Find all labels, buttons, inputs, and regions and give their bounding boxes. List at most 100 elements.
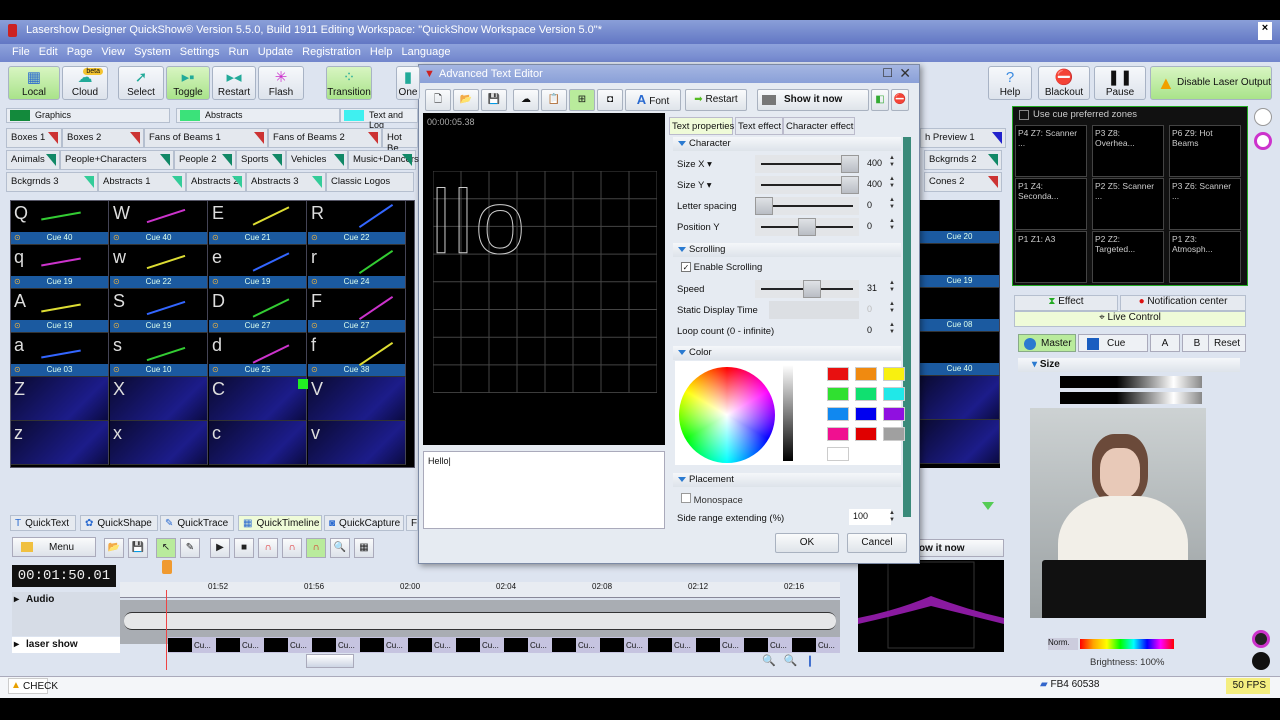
open-button[interactable]: 📂: [453, 89, 479, 111]
cue-cell[interactable]: Cue 40: [920, 332, 1000, 376]
flash-button[interactable]: ✳ Flash: [258, 66, 304, 100]
color-tool-button[interactable]: ◧: [871, 89, 889, 111]
disable-laser-output-button[interactable]: ▲ Disable Laser Output: [1150, 66, 1272, 100]
cue-cell-C[interactable]: C: [209, 377, 307, 421]
new-button[interactable]: 🗋: [425, 89, 451, 111]
tab-f[interactable]: F: [406, 515, 418, 531]
color-wheel[interactable]: [679, 367, 775, 463]
letter-spacing-slider[interactable]: [755, 197, 859, 215]
magnet-small-button[interactable]: ∩: [282, 538, 302, 558]
record-button[interactable]: [1252, 630, 1270, 648]
category-text-and-log[interactable]: Text and Log: [340, 108, 418, 130]
cue-cell-s[interactable]: s ⊙ Cue 10: [110, 333, 208, 377]
cue-cell-z[interactable]: z: [11, 421, 109, 465]
size-y-slider[interactable]: [755, 176, 859, 194]
enable-scrolling-row[interactable]: ✓ Enable Scrolling: [681, 262, 762, 273]
zone-cell[interactable]: P3 Z8: Overhea...: [1092, 125, 1164, 177]
slider-thumb[interactable]: [798, 218, 816, 236]
color-swatch[interactable]: [827, 387, 849, 401]
timeline-clip[interactable]: Cu...: [552, 637, 598, 653]
zone-cell[interactable]: P4 Z7: Scanner ...: [1015, 125, 1087, 177]
cue-cell[interactable]: [920, 420, 1000, 464]
color-swatch[interactable]: [827, 447, 849, 461]
grid-button[interactable]: ⊞: [569, 89, 595, 111]
cue-cell-W[interactable]: W ⊙ Cue 40: [110, 201, 208, 245]
page-tab[interactable]: Bckgrnds 3: [6, 172, 98, 192]
page-tab[interactable]: People+Characters: [60, 150, 174, 170]
show-it-now-button[interactable]: Show it now: [757, 89, 869, 111]
master-tab[interactable]: Master: [1018, 334, 1076, 352]
tab-quicktimeline[interactable]: ▦ QuickTimeline: [238, 515, 322, 531]
zone-cell[interactable]: P1 Z3: Atmosph...: [1169, 231, 1241, 283]
cancel-button[interactable]: Cancel: [847, 533, 907, 553]
page-tab[interactable]: Abstracts 1: [98, 172, 186, 192]
color-swatch[interactable]: [883, 407, 905, 421]
magnet-button[interactable]: ∩: [258, 538, 278, 558]
timeline-clip[interactable]: Cu...: [600, 637, 646, 653]
slider-thumb[interactable]: [841, 155, 859, 173]
playhead-handle[interactable]: [162, 560, 172, 574]
cue-cell-E[interactable]: E ⊙ Cue 21: [209, 201, 307, 245]
cue-cell-e[interactable]: e ⊙ Cue 19: [209, 245, 307, 289]
page-tab[interactable]: Fans of Beams 2: [268, 128, 382, 148]
color-swatch[interactable]: [827, 427, 849, 441]
folder-button[interactable]: 📂: [104, 538, 124, 558]
local-button[interactable]: ▦ Local: [8, 66, 60, 100]
close-window-icon[interactable]: ×: [1258, 22, 1272, 40]
transition-button[interactable]: ⁘ Transition: [326, 66, 372, 100]
page-tab[interactable]: Hot Be: [382, 128, 418, 154]
speed-slider[interactable]: [755, 280, 859, 298]
page-tab[interactable]: Cones 2: [924, 172, 1002, 192]
cue-cell-c[interactable]: c: [209, 421, 307, 465]
category-abstracts[interactable]: Abstracts: [176, 108, 340, 123]
zone-cell[interactable]: P6 Z9: Hot Beams: [1169, 125, 1241, 177]
timeline-clip[interactable]: Cu...: [264, 637, 310, 653]
cue-cell-f[interactable]: f ⊙ Cue 38: [308, 333, 406, 377]
size-slider-a[interactable]: [1060, 376, 1202, 388]
cloud-button[interactable]: ☁ Cloud beta: [62, 66, 108, 100]
spinner[interactable]: ▲ ▼: [889, 197, 897, 211]
page-tab[interactable]: Vehicles: [286, 150, 348, 170]
cue-cell[interactable]: Cue 19: [920, 244, 1000, 288]
menu-view[interactable]: View: [101, 46, 125, 60]
stop-output-button[interactable]: [1252, 652, 1270, 670]
slider-thumb[interactable]: [841, 176, 859, 194]
one-button[interactable]: ▮ One: [396, 66, 420, 100]
zoom-controls[interactable]: 🔍🔍❙: [762, 654, 852, 670]
menu-registration[interactable]: Registration: [302, 46, 361, 60]
scrolling-section-header[interactable]: Scrolling: [673, 243, 901, 257]
timeline-clip[interactable]: Cu...: [648, 637, 694, 653]
timeline-clip[interactable]: Cu...: [312, 637, 358, 653]
spinner[interactable]: ▲ ▼: [889, 218, 897, 232]
spinner[interactable]: ▲ ▼: [889, 155, 897, 169]
tab-text-properties[interactable]: Text properties: [669, 117, 734, 135]
a-tab[interactable]: A: [1150, 334, 1180, 352]
blackout-button[interactable]: ⛔ Blackout: [1038, 66, 1090, 100]
static-spinner[interactable]: ▲ ▼: [889, 301, 897, 315]
color-swatch[interactable]: [855, 367, 877, 381]
speed-spinner[interactable]: ▲ ▼: [889, 280, 897, 294]
paste-button[interactable]: 📋: [541, 89, 567, 111]
cue-cell-a[interactable]: a ⊙ Cue 03: [11, 333, 109, 377]
maximize-icon[interactable]: ☐: [882, 66, 893, 80]
cue-cell-r[interactable]: r ⊙ Cue 24: [308, 245, 406, 289]
dialog-title-bar[interactable]: ▼ Advanced Text Editor ☐ ✕: [419, 65, 919, 83]
timeline-horizontal-scrollbar[interactable]: [306, 654, 354, 668]
menu-run[interactable]: Run: [229, 46, 249, 60]
tab-notification-center[interactable]: ● Notification center: [1120, 295, 1246, 311]
page-tab[interactable]: Sports: [236, 150, 286, 170]
save-button[interactable]: 💾: [481, 89, 507, 111]
check-button[interactable]: ▲ CHECK: [8, 678, 58, 694]
cue-cell-A[interactable]: A ⊙ Cue 19: [11, 289, 109, 333]
cue-cell[interactable]: Cue 08: [920, 288, 1000, 332]
close-icon[interactable]: ✕: [899, 65, 911, 82]
tab-character-effect[interactable]: Character effect: [783, 117, 855, 135]
timeline-clip[interactable]: Cu...: [744, 637, 790, 653]
laser-show-track[interactable]: Cu... Cu... Cu... Cu... Cu... Cu... Cu... Cu...…: [168, 637, 840, 653]
cue-cell-x[interactable]: x: [110, 421, 208, 465]
magnet-green-button[interactable]: ∩: [306, 538, 326, 558]
cue-cell[interactable]: Cue 20: [920, 200, 1000, 244]
restart-button[interactable]: ▸◂ Restart: [212, 66, 256, 100]
cue-cell[interactable]: [920, 376, 1000, 420]
timeline-clip[interactable]: Cu...: [792, 637, 838, 653]
